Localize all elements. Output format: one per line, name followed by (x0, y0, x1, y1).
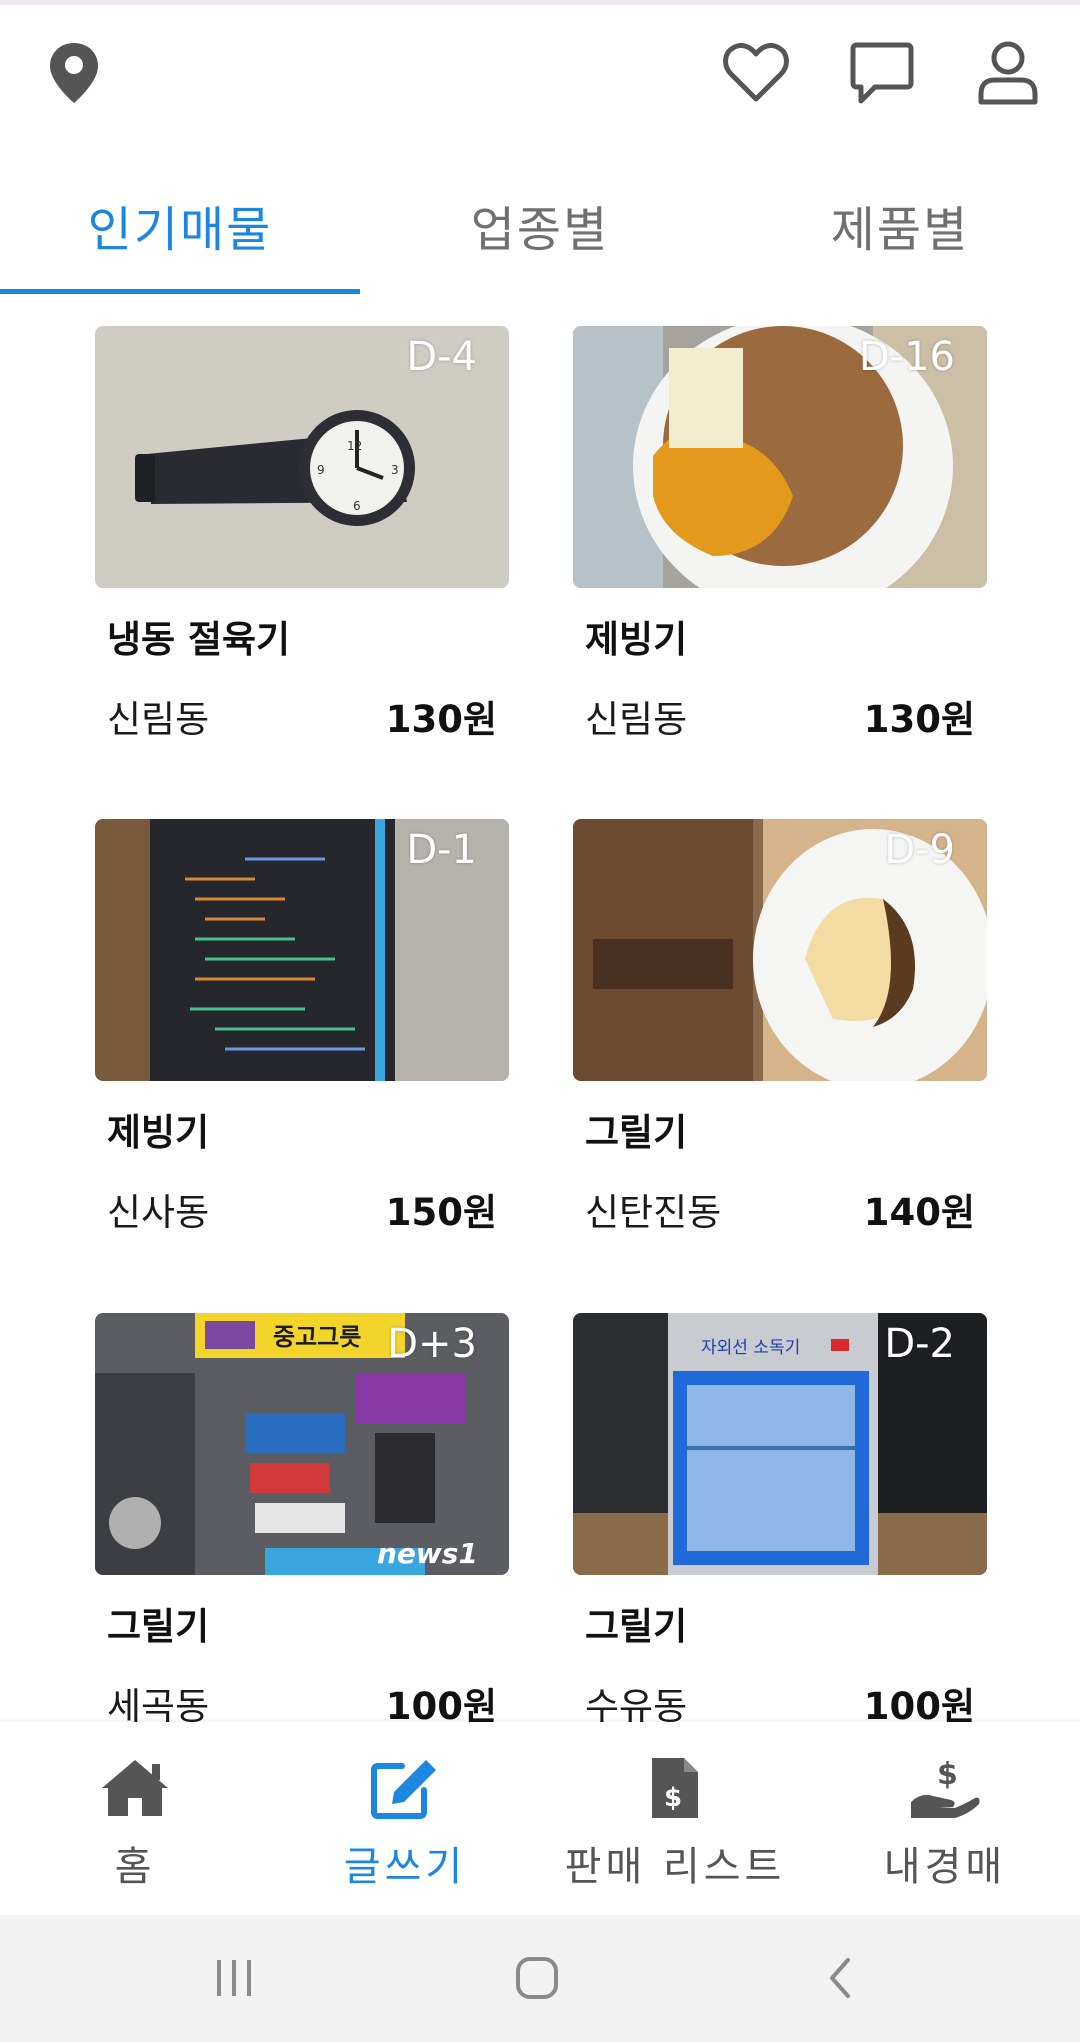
listing-image[interactable]: D-1 (95, 819, 509, 1081)
app-screen: 인기매물 업종별 제품별 12 3 6 9 D-4 냉동 절육기 신림동 130… (0, 0, 1080, 2042)
store-sign-text: 중고그릇 (273, 1323, 361, 1351)
listing-title: 그릴기 (107, 1605, 210, 1648)
tab-product[interactable]: 제품별 (720, 175, 1080, 275)
svg-text:3: 3 (391, 463, 399, 477)
nav-home[interactable]: 홈 (0, 1722, 270, 1915)
user-icon[interactable] (968, 33, 1048, 113)
news-watermark: news1 (377, 1537, 478, 1570)
nav-sales-list-label: 판매 리스트 (564, 1844, 786, 1890)
listing-price: 130원 (385, 698, 497, 741)
deadline-badge: D-4 (406, 334, 477, 380)
listing-image[interactable]: 12 3 6 9 D-4 (95, 326, 509, 588)
svg-text:$: $ (664, 1783, 682, 1813)
home-button-icon[interactable] (492, 1943, 582, 2013)
listing-card[interactable]: D-9 그릴기 신탄진동 140원 (573, 819, 987, 1234)
tab-popular[interactable]: 인기매물 (0, 175, 360, 275)
listing-image[interactable]: D-9 (573, 819, 987, 1081)
tab-business-type[interactable]: 업종별 (360, 175, 720, 275)
svg-text:9: 9 (317, 463, 325, 477)
heart-icon[interactable] (716, 33, 796, 113)
hand-dollar-icon: $ (905, 1752, 985, 1824)
listing-image[interactable]: 중고그릇 news1 D+3 (95, 1313, 509, 1575)
svg-text:$: $ (937, 1757, 958, 1792)
nav-home-label: 홈 (114, 1844, 156, 1890)
svg-text:6: 6 (353, 499, 361, 513)
listing-title: 제빙기 (585, 618, 688, 661)
listing-title: 그릴기 (585, 1605, 688, 1648)
cabinet-label-text: 자외선 소독기 (701, 1338, 800, 1358)
deadline-badge: D+3 (387, 1321, 477, 1367)
system-navigation-bar (0, 1915, 1080, 2042)
location-pin-icon[interactable] (34, 33, 114, 113)
nav-my-auction-label: 내경매 (883, 1844, 1007, 1890)
chat-icon[interactable] (842, 33, 922, 113)
listing-location: 신림동 (107, 698, 210, 741)
listing-card[interactable]: D-1 제빙기 신사동 150원 (95, 819, 509, 1234)
nav-write[interactable]: 글쓰기 (270, 1722, 540, 1915)
category-tabs: 인기매물 업종별 제품별 (0, 175, 1080, 295)
listing-price: 130원 (863, 698, 975, 741)
listing-title: 제빙기 (107, 1111, 210, 1154)
back-icon[interactable] (795, 1943, 885, 2013)
bottom-navigation: 홈 글쓰기 $ 판매 리스트 $ 내경매 (0, 1722, 1080, 1915)
nav-my-auction[interactable]: $ 내경매 (810, 1722, 1080, 1915)
listing-title: 그릴기 (585, 1111, 688, 1154)
svg-text:12: 12 (347, 439, 362, 453)
active-tab-indicator (0, 289, 360, 294)
listing-card[interactable]: 중고그릇 news1 D+3 그릴기 세곡동 100원 (95, 1313, 509, 1728)
deadline-badge: D-9 (884, 827, 955, 873)
listing-location: 신탄진동 (585, 1191, 722, 1234)
listing-location: 신사동 (107, 1191, 210, 1234)
listing-image[interactable]: 자외선 소독기 D-2 (573, 1313, 987, 1575)
edit-icon (365, 1752, 445, 1824)
nav-sales-list[interactable]: $ 판매 리스트 (540, 1722, 810, 1915)
top-bar (0, 5, 1080, 145)
home-icon (95, 1752, 175, 1824)
nav-write-label: 글쓰기 (343, 1844, 467, 1890)
listing-card[interactable]: D-16 제빙기 신림동 130원 (573, 326, 987, 741)
invoice-icon: $ (635, 1752, 715, 1824)
deadline-badge: D-2 (884, 1321, 955, 1367)
listing-price: 140원 (863, 1191, 975, 1234)
listing-card[interactable]: 12 3 6 9 D-4 냉동 절육기 신림동 130원 (95, 326, 509, 741)
deadline-badge: D-16 (858, 334, 955, 380)
recent-apps-icon[interactable] (189, 1943, 279, 2013)
listing-price: 150원 (385, 1191, 497, 1234)
deadline-badge: D-1 (406, 827, 477, 873)
listing-card[interactable]: 자외선 소독기 D-2 그릴기 수유동 100원 (573, 1313, 987, 1728)
listing-title: 냉동 절육기 (107, 618, 291, 661)
listing-image[interactable]: D-16 (573, 326, 987, 588)
listing-location: 신림동 (585, 698, 688, 741)
